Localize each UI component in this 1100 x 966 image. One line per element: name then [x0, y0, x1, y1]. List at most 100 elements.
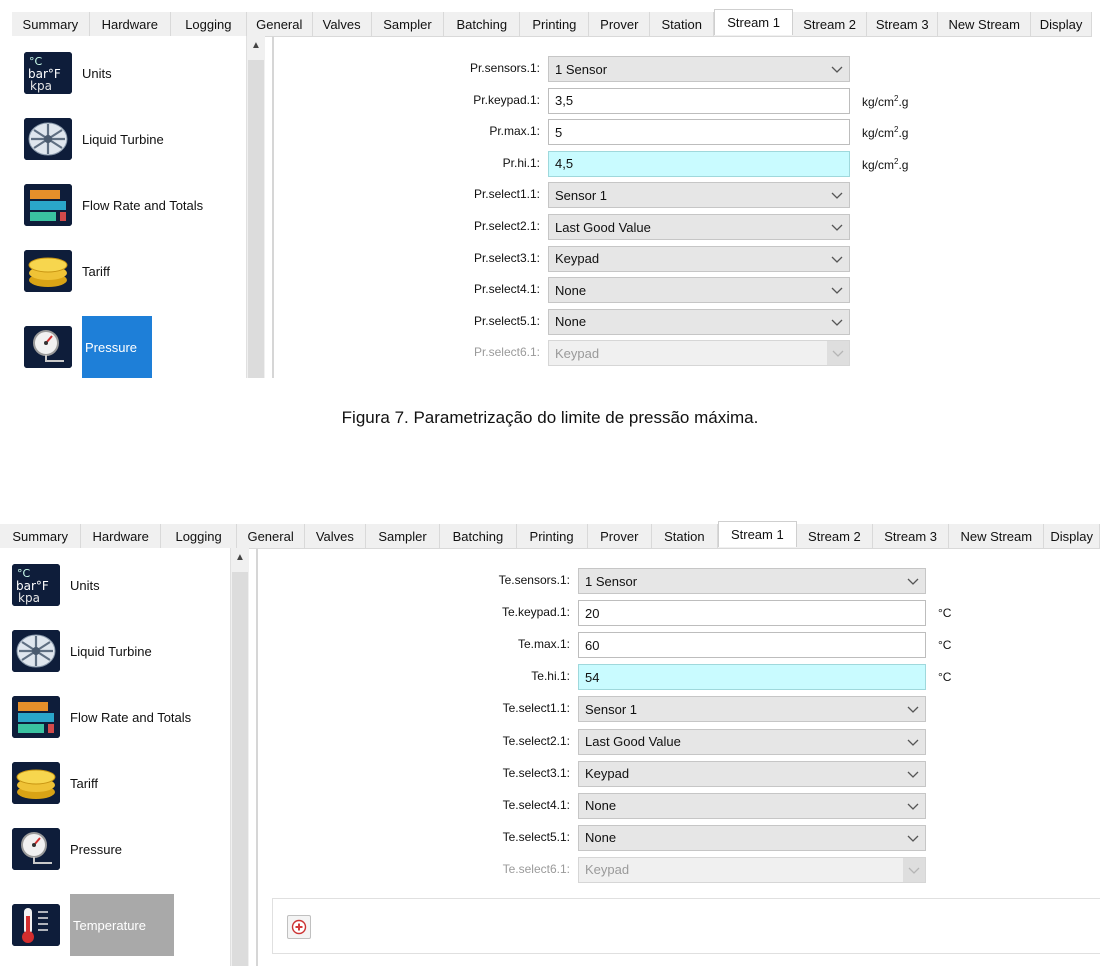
chevron-down-icon[interactable]	[831, 189, 843, 201]
field-value: Sensor 1	[585, 701, 638, 717]
chevron-down-icon	[827, 341, 849, 366]
dropdown-select[interactable]: Last Good Value	[578, 728, 926, 755]
dropdown-select[interactable]: None	[548, 277, 850, 304]
chevron-down-icon[interactable]	[907, 800, 919, 812]
sidebar-item-units[interactable]: °C bar°F kpa Units	[12, 564, 100, 606]
sidebar-item-pressure[interactable]: Pressure	[12, 828, 122, 870]
tab-prover[interactable]: Prover	[589, 12, 651, 36]
tab-valves[interactable]: Valves	[312, 12, 372, 36]
tab-logging[interactable]: Logging	[170, 12, 247, 36]
tab-stream-1[interactable]: Stream 1	[717, 521, 797, 547]
field-value: Keypad	[585, 766, 630, 782]
flow-rate-icon	[12, 696, 60, 738]
text-input[interactable]: 5	[548, 119, 850, 146]
chevron-down-icon[interactable]	[831, 63, 843, 75]
sidebar-scrollbar[interactable]: ▲	[230, 548, 249, 966]
tab-printing[interactable]: Printing	[520, 12, 590, 36]
tab-logging[interactable]: Logging	[161, 524, 238, 548]
add-button[interactable]	[287, 915, 311, 939]
dropdown-select[interactable]: None	[578, 824, 926, 851]
chevron-down-icon[interactable]	[831, 316, 843, 328]
field-value: None	[585, 798, 617, 814]
tab-valves[interactable]: Valves	[304, 524, 366, 548]
dropdown-select[interactable]: 1 Sensor	[548, 56, 850, 82]
tab-stream-1[interactable]: Stream 1	[714, 9, 793, 35]
field-label: Te.select2.1:	[502, 733, 570, 748]
text-input[interactable]: 3,5	[548, 87, 850, 114]
sidebar-item-temperature[interactable]: Temperature	[12, 894, 174, 956]
text-input[interactable]: 20	[578, 600, 926, 627]
scroll-up-icon[interactable]: ▲	[231, 548, 249, 568]
tab-sampler[interactable]: Sampler	[365, 524, 441, 548]
tab-summary[interactable]: Summary	[12, 12, 90, 36]
chevron-down-icon[interactable]	[907, 703, 919, 715]
tariff-coins-icon	[12, 762, 60, 804]
sidebar-item-liquid-turbine[interactable]: Liquid Turbine	[24, 118, 164, 160]
tab-station[interactable]: Station	[650, 12, 715, 36]
tab-hardware[interactable]: Hardware	[89, 12, 171, 36]
dropdown-select[interactable]: Sensor 1	[548, 182, 850, 209]
dropdown-select[interactable]: Keypad	[578, 760, 926, 787]
text-input[interactable]: 54	[578, 664, 926, 691]
svg-text:kpa: kpa	[30, 79, 52, 93]
thermometer-icon	[12, 904, 60, 946]
sidebar-item-flow-rate-and-totals[interactable]: Flow Rate and Totals	[12, 696, 191, 738]
dropdown-select[interactable]: Sensor 1	[578, 696, 926, 723]
chevron-down-icon[interactable]	[907, 832, 919, 844]
field-label: Te.select4.1:	[502, 797, 570, 812]
tab-prover[interactable]: Prover	[587, 524, 652, 548]
figure-caption: Figura 7. Parametrização do limite de pr…	[341, 408, 759, 427]
chevron-down-icon[interactable]	[907, 736, 919, 748]
sidebar-item-units[interactable]: °C bar°F kpa Units	[24, 52, 112, 94]
chevron-down-icon[interactable]	[907, 575, 919, 587]
tab-display[interactable]: Display	[1044, 524, 1100, 548]
unit-label: kg/cm2.g	[862, 156, 909, 172]
sidebar-item-tariff[interactable]: Tariff	[12, 762, 98, 804]
tab-stream-2[interactable]: Stream 2	[796, 524, 874, 548]
sidebar-item-label: Tariff	[70, 775, 98, 791]
text-input[interactable]: 4,5	[548, 150, 850, 177]
tab-sampler[interactable]: Sampler	[371, 12, 445, 36]
sidebar-item-liquid-turbine[interactable]: Liquid Turbine	[12, 630, 152, 672]
pressure-config-screenshot: Summary Hardware Logging General Valves Sampl…	[12, 9, 1092, 378]
sidebar-item-pressure[interactable]: Pressure	[24, 316, 152, 378]
text-input[interactable]: 60	[578, 632, 926, 659]
scrollbar-track[interactable]	[232, 572, 248, 966]
dropdown-select[interactable]: None	[578, 792, 926, 819]
tab-batching[interactable]: Batching	[440, 524, 517, 548]
chevron-down-icon[interactable]	[831, 221, 843, 233]
sidebar-scrollbar[interactable]: ▲	[246, 36, 265, 378]
unit-label: °C	[938, 670, 952, 685]
tab-new-stream[interactable]: New Stream	[949, 524, 1045, 548]
scroll-up-icon[interactable]: ▲	[247, 36, 265, 56]
tab-stream-3[interactable]: Stream 3	[867, 12, 939, 36]
chevron-down-icon[interactable]	[831, 284, 843, 296]
tab-station[interactable]: Station	[651, 524, 718, 548]
sidebar-item-label: Flow Rate and Totals	[82, 197, 204, 213]
field-label: Pr.select5.1:	[473, 313, 540, 328]
tab-printing[interactable]: Printing	[516, 524, 588, 548]
tab-summary[interactable]: Summary	[0, 524, 82, 548]
dropdown-select[interactable]: 1 Sensor	[578, 568, 926, 594]
sidebar-item-label: Pressure	[70, 841, 123, 857]
tab-general[interactable]: General	[246, 12, 313, 36]
sidebar-item-tariff[interactable]: Tariff	[24, 250, 110, 292]
sidebar-item-flow-rate-and-totals[interactable]: Flow Rate and Totals	[24, 184, 203, 226]
field-label: Pr.select6.1:	[473, 345, 540, 360]
sidebar: °C bar°F kpa Units Liquid Turbine Flow Ra…	[0, 548, 249, 966]
dropdown-select[interactable]: None	[548, 308, 850, 335]
tab-general[interactable]: General	[237, 524, 305, 548]
tab-batching[interactable]: Batching	[444, 12, 521, 36]
content-divider	[256, 548, 258, 966]
tab-hardware[interactable]: Hardware	[81, 524, 161, 548]
tab-new-stream[interactable]: New Stream	[938, 12, 1032, 36]
tab-stream-2[interactable]: Stream 2	[792, 12, 868, 36]
dropdown-select[interactable]: Keypad	[548, 245, 850, 272]
dropdown-select[interactable]: Last Good Value	[548, 214, 850, 240]
chevron-down-icon[interactable]	[907, 768, 919, 780]
tab-display[interactable]: Display	[1031, 12, 1092, 36]
scrollbar-track[interactable]	[248, 60, 264, 378]
tab-stream-3[interactable]: Stream 3	[873, 524, 950, 548]
chevron-down-icon[interactable]	[831, 253, 843, 265]
pressure-gauge-icon	[12, 828, 60, 870]
